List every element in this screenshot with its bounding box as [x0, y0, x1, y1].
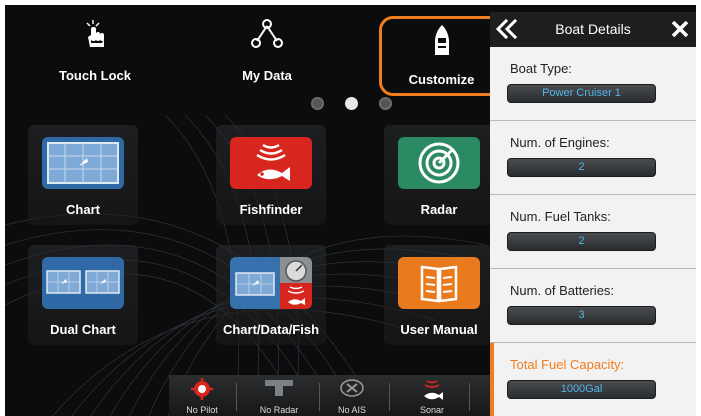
- field-total-fuel-capacity[interactable]: Total Fuel Capacity: 1000Gal: [490, 343, 696, 416]
- pilot-icon: [191, 378, 213, 400]
- app-tile-fishfinder[interactable]: Fishfinder: [216, 125, 326, 225]
- num-batteries-value[interactable]: 3: [507, 306, 656, 325]
- touch-lock-button[interactable]: Touch Lock: [45, 5, 145, 93]
- touch-lock-label: Touch Lock: [59, 68, 131, 83]
- status-item-ais[interactable]: No AIS: [324, 375, 380, 416]
- field-num-engines[interactable]: Num. of Engines: 2: [490, 121, 696, 195]
- field-num-fuel-tanks[interactable]: Num. Fuel Tanks: 2: [490, 195, 696, 269]
- fishfinder-icon: [230, 137, 312, 189]
- app-label-fishfinder: Fishfinder: [239, 202, 303, 217]
- panel-header: Boat Details: [490, 12, 696, 47]
- radar-scanner-icon: [265, 380, 293, 396]
- user-manual-icon: [398, 257, 480, 309]
- field-label: Num. Fuel Tanks:: [510, 209, 611, 224]
- touch-lock-icon: [86, 20, 104, 47]
- boat-details-panel: Boat Details Boat Type: Power Cruiser 1 …: [490, 12, 696, 416]
- status-item-pilot[interactable]: No Pilot: [174, 375, 230, 416]
- divider: [236, 383, 237, 411]
- app-tile-chart[interactable]: Chart: [28, 125, 138, 225]
- sonar-icon: [424, 380, 443, 400]
- dual-chart-icon: [42, 257, 124, 309]
- app-label-dual-chart: Dual Chart: [50, 322, 116, 337]
- status-label-pilot: No Pilot: [186, 405, 218, 415]
- app-label-chart-data-fish: Chart/Data/Fish: [222, 322, 320, 337]
- app-tile-radar[interactable]: Radar: [384, 125, 494, 225]
- boat-type-value[interactable]: Power Cruiser 1: [507, 84, 656, 103]
- screen: Touch Lock My Data Customize Chart Fishf…: [0, 0, 701, 416]
- app-label-radar: Radar: [420, 202, 458, 217]
- field-label: Num. of Engines:: [510, 135, 610, 150]
- my-data-button[interactable]: My Data: [217, 5, 317, 93]
- divider: [469, 383, 470, 411]
- num-engines-value[interactable]: 2: [507, 158, 656, 177]
- status-item-radar[interactable]: No Radar: [251, 375, 307, 416]
- app-label-user-manual: User Manual: [400, 322, 478, 337]
- chart-icon: [42, 137, 124, 189]
- total-fuel-capacity-value[interactable]: 1000Gal: [507, 380, 656, 399]
- app-tile-dual-chart[interactable]: Dual Chart: [28, 245, 138, 345]
- num-fuel-tanks-value[interactable]: 2: [507, 232, 656, 251]
- status-label-radar: No Radar: [259, 405, 299, 415]
- field-label: Boat Type:: [510, 61, 572, 76]
- app-label-chart: Chart: [66, 202, 100, 217]
- close-icon[interactable]: [671, 20, 689, 38]
- field-label: Total Fuel Capacity:: [510, 357, 625, 372]
- field-boat-type[interactable]: Boat Type: Power Cruiser 1: [490, 47, 696, 121]
- page-dot-2[interactable]: [345, 97, 358, 110]
- status-bar: No Pilot No Radar No AIS Sonar: [169, 375, 499, 416]
- field-num-batteries[interactable]: Num. of Batteries: 3: [490, 269, 696, 343]
- chart-data-fish-icon: [230, 257, 312, 309]
- boat-icon: [434, 25, 449, 55]
- divider: [319, 383, 320, 411]
- status-item-sonar[interactable]: Sonar: [404, 375, 460, 416]
- customize-button[interactable]: Customize: [379, 16, 504, 96]
- field-label: Num. of Batteries:: [510, 283, 615, 298]
- customize-label: Customize: [408, 72, 475, 87]
- my-data-icon: [251, 19, 283, 48]
- status-label-sonar: Sonar: [419, 405, 445, 415]
- ais-icon: [340, 379, 364, 397]
- page-dot-3[interactable]: [379, 97, 392, 110]
- my-data-label: My Data: [242, 68, 292, 83]
- status-label-ais: No AIS: [337, 405, 366, 415]
- app-tile-chart-data-fish[interactable]: Chart/Data/Fish: [216, 245, 326, 345]
- radar-icon: [398, 137, 480, 189]
- panel-title: Boat Details: [555, 21, 631, 37]
- app-tile-user-manual[interactable]: User Manual: [384, 245, 494, 345]
- page-dot-1[interactable]: [311, 97, 324, 110]
- divider: [389, 383, 390, 411]
